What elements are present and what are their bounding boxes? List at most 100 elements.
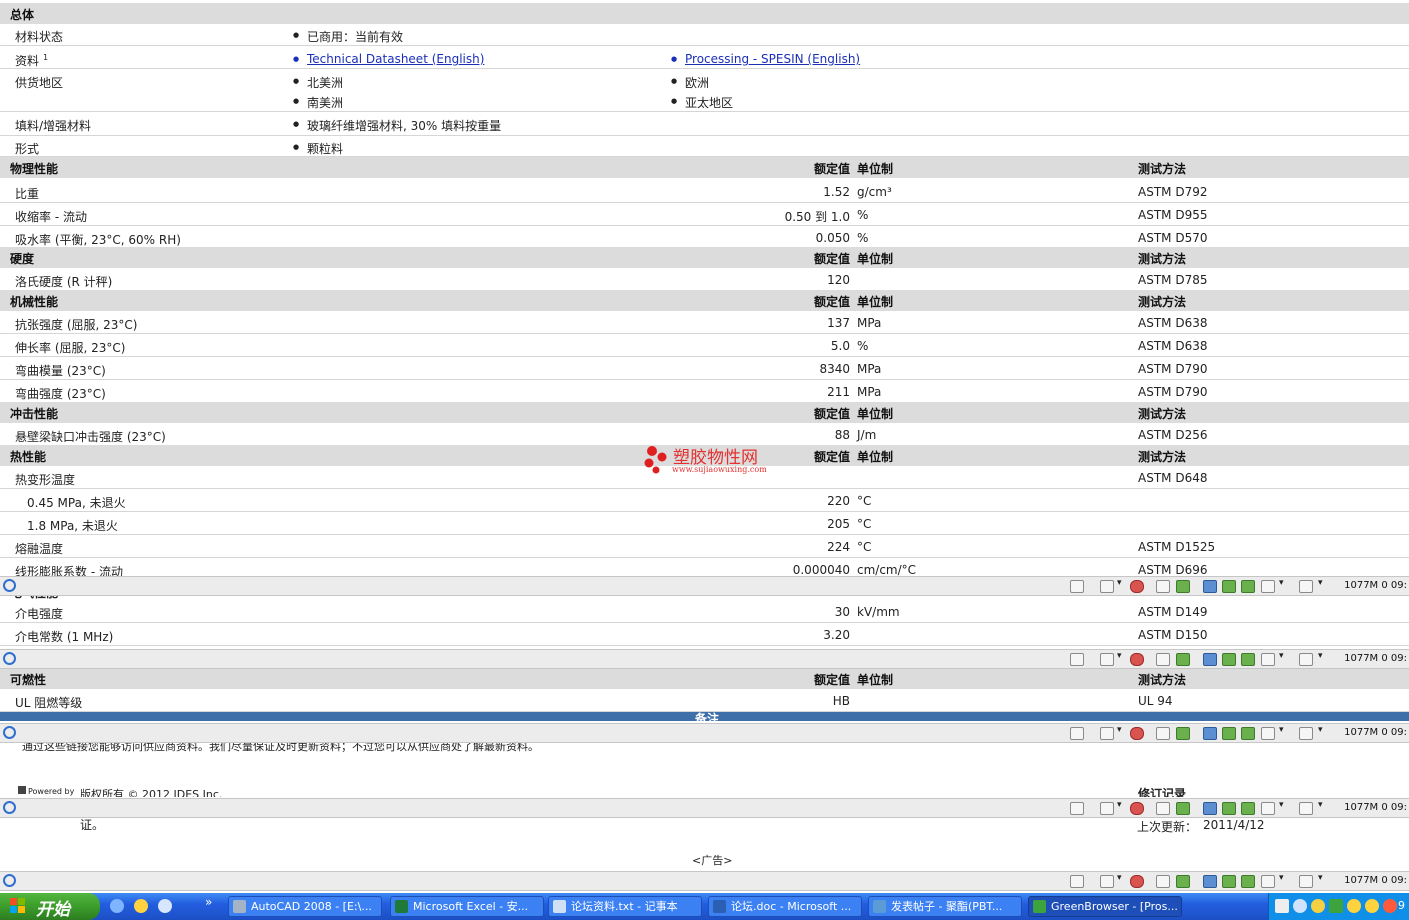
search-zoom-icon[interactable] bbox=[1299, 875, 1313, 888]
chevron-down-icon[interactable]: ▾ bbox=[1318, 578, 1323, 588]
refresh-icon[interactable] bbox=[1176, 580, 1190, 593]
qq-tray-icon[interactable] bbox=[1347, 899, 1361, 913]
proxy-icon[interactable] bbox=[1203, 580, 1217, 593]
page-icon[interactable] bbox=[1070, 875, 1084, 888]
chevron-down-icon[interactable]: ▾ bbox=[1117, 725, 1122, 735]
qq-tray-icon-2[interactable] bbox=[1365, 899, 1379, 913]
keyboard-icon[interactable] bbox=[1275, 899, 1289, 913]
processing-spesin-link[interactable]: Processing - SPESIN (English) bbox=[671, 52, 860, 66]
quicklaunch-qq-icon[interactable] bbox=[134, 899, 148, 913]
check-icon[interactable] bbox=[1222, 727, 1236, 740]
proxy-icon[interactable] bbox=[1203, 802, 1217, 815]
chevron-down-icon[interactable]: ▾ bbox=[1117, 873, 1122, 883]
window-icon[interactable] bbox=[1261, 727, 1275, 740]
chevron-down-icon[interactable]: ▾ bbox=[1117, 651, 1122, 661]
quicklaunch-more-icon[interactable]: » bbox=[205, 895, 212, 909]
quicklaunch-media-icon[interactable] bbox=[158, 899, 172, 913]
taskbar-button[interactable]: 论坛.doc - Microsoft ... bbox=[708, 896, 862, 917]
window-icon[interactable] bbox=[1261, 875, 1275, 888]
zoom-box-icon[interactable] bbox=[1100, 580, 1114, 593]
cookie-icon[interactable] bbox=[1241, 727, 1255, 740]
block-icon[interactable] bbox=[1130, 580, 1144, 593]
taskbar-button-label: 发表帖子 - 聚酯(PBT... bbox=[891, 900, 1003, 913]
taskbar-button[interactable]: AutoCAD 2008 - [E:\... bbox=[228, 896, 382, 917]
taskbar-button[interactable]: GreenBrowser - [Pros... bbox=[1028, 896, 1182, 917]
block-icon[interactable] bbox=[1130, 875, 1144, 888]
block-icon[interactable] bbox=[1130, 727, 1144, 740]
taskbar-button[interactable]: 论坛资料.txt - 记事本 bbox=[548, 896, 702, 917]
taskbar-button[interactable]: Microsoft Excel - 安... bbox=[390, 896, 544, 917]
general-row-form: 形式 颗粒料 bbox=[0, 136, 1409, 157]
chevron-down-icon[interactable]: ▾ bbox=[1117, 578, 1122, 588]
search-zoom-icon[interactable] bbox=[1299, 727, 1313, 740]
col-header-value: 额定值 bbox=[813, 407, 850, 421]
technical-datasheet-link[interactable]: Technical Datasheet (English) bbox=[293, 52, 484, 66]
check-icon[interactable] bbox=[1222, 580, 1236, 593]
chevron-down-icon[interactable]: ▾ bbox=[1318, 725, 1323, 735]
refresh-icon[interactable] bbox=[1176, 802, 1190, 815]
back-icon[interactable] bbox=[1293, 899, 1307, 913]
proxy-icon[interactable] bbox=[1203, 875, 1217, 888]
chevron-down-icon[interactable]: ▾ bbox=[1279, 725, 1284, 735]
row-value: 0.000040 bbox=[792, 563, 850, 577]
refresh-icon[interactable] bbox=[1176, 727, 1190, 740]
proxy-icon[interactable] bbox=[1203, 727, 1217, 740]
cookie-icon[interactable] bbox=[1241, 653, 1255, 666]
zoom-box-icon[interactable] bbox=[1100, 802, 1114, 815]
col-header-method: 测试方法 bbox=[1138, 252, 1187, 266]
cookie-icon[interactable] bbox=[1241, 802, 1255, 815]
row-method: ASTM D648 bbox=[1138, 471, 1208, 485]
cookie-icon[interactable] bbox=[1241, 875, 1255, 888]
chevron-down-icon[interactable]: ▾ bbox=[1318, 800, 1323, 810]
chevron-down-icon[interactable]: ▾ bbox=[1117, 800, 1122, 810]
autocad-icon bbox=[233, 900, 246, 913]
ie-page-icon bbox=[3, 801, 16, 814]
page-icon[interactable] bbox=[1070, 580, 1084, 593]
refresh-icon[interactable] bbox=[1176, 875, 1190, 888]
save-icon[interactable] bbox=[1156, 653, 1170, 666]
general-row-regions: 供货地区 北美洲 南美洲 欧洲 亚太地区 bbox=[0, 69, 1409, 112]
block-icon[interactable] bbox=[1130, 653, 1144, 666]
section-title: 冲击性能 bbox=[10, 407, 59, 421]
chevron-down-icon[interactable]: ▾ bbox=[1279, 651, 1284, 661]
zoom-box-icon[interactable] bbox=[1100, 875, 1114, 888]
zoom-box-icon[interactable] bbox=[1100, 727, 1114, 740]
zoom-box-icon[interactable] bbox=[1100, 653, 1114, 666]
start-button[interactable]: 开始 bbox=[0, 893, 100, 920]
chevron-down-icon[interactable]: ▾ bbox=[1318, 873, 1323, 883]
save-icon[interactable] bbox=[1156, 875, 1170, 888]
row-value: 3.20 bbox=[823, 628, 850, 642]
cookie-icon[interactable] bbox=[1241, 580, 1255, 593]
search-zoom-icon[interactable] bbox=[1299, 580, 1313, 593]
section-title: 物理性能 bbox=[10, 162, 59, 176]
save-icon[interactable] bbox=[1156, 802, 1170, 815]
row-label: 洛氏硬度 (R 计秤) bbox=[15, 275, 113, 289]
check-icon[interactable] bbox=[1222, 802, 1236, 815]
chevron-down-icon[interactable]: ▾ bbox=[1279, 873, 1284, 883]
page-icon[interactable] bbox=[1070, 727, 1084, 740]
quicklaunch-ie-icon[interactable] bbox=[110, 899, 124, 913]
save-icon[interactable] bbox=[1156, 580, 1170, 593]
system-tray: 9 bbox=[1268, 893, 1409, 920]
block-icon[interactable] bbox=[1130, 802, 1144, 815]
chevron-down-icon[interactable]: ▾ bbox=[1279, 578, 1284, 588]
window-icon[interactable] bbox=[1261, 802, 1275, 815]
check-icon[interactable] bbox=[1222, 653, 1236, 666]
row-value: 0.50 到 1.0 bbox=[784, 210, 850, 224]
search-zoom-icon[interactable] bbox=[1299, 802, 1313, 815]
coin-icon[interactable] bbox=[1311, 899, 1325, 913]
greenbrowser-tray-icon[interactable] bbox=[1329, 899, 1343, 913]
window-icon[interactable] bbox=[1261, 653, 1275, 666]
taskbar-button[interactable]: 发表帖子 - 聚酯(PBT... bbox=[868, 896, 1022, 917]
check-icon[interactable] bbox=[1222, 875, 1236, 888]
chevron-down-icon[interactable]: ▾ bbox=[1279, 800, 1284, 810]
chevron-down-icon[interactable]: ▾ bbox=[1318, 651, 1323, 661]
page-icon[interactable] bbox=[1070, 653, 1084, 666]
refresh-icon[interactable] bbox=[1176, 653, 1190, 666]
window-icon[interactable] bbox=[1261, 580, 1275, 593]
qq-tray-icon-3[interactable] bbox=[1383, 899, 1397, 913]
search-zoom-icon[interactable] bbox=[1299, 653, 1313, 666]
proxy-icon[interactable] bbox=[1203, 653, 1217, 666]
save-icon[interactable] bbox=[1156, 727, 1170, 740]
page-icon[interactable] bbox=[1070, 802, 1084, 815]
